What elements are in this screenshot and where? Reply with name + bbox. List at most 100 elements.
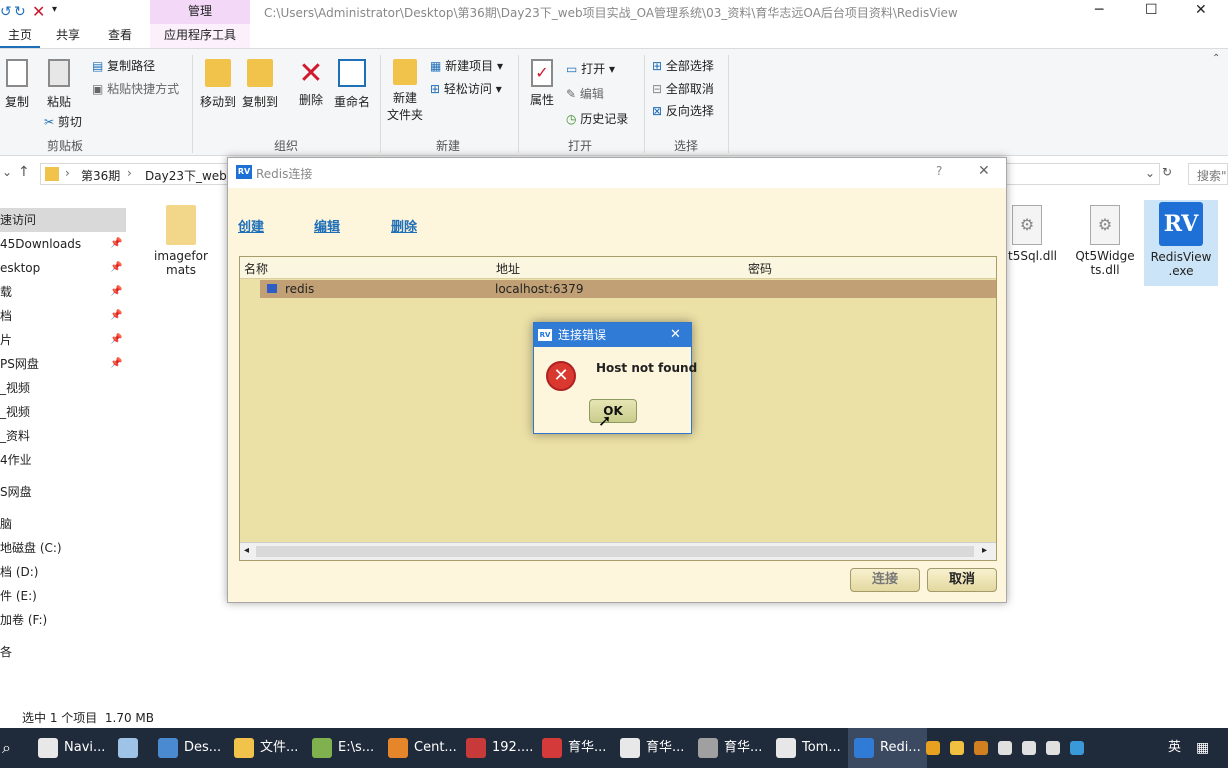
keyboard-icon[interactable]: ▦ <box>1196 728 1209 768</box>
column-header-password[interactable]: 密码 <box>748 260 772 277</box>
file-imageformats[interactable]: imagefor mats <box>150 205 212 277</box>
undo-icon[interactable]: ↺ <box>0 4 12 20</box>
taskbar-item[interactable]: Cent... <box>388 728 457 768</box>
paste-shortcut-button[interactable]: ▣ 粘贴快捷方式 <box>92 80 179 97</box>
cancel-button[interactable]: 取消 <box>927 568 997 592</box>
create-link[interactable]: 创建 <box>238 216 264 235</box>
properties-button[interactable]: ✓ 属性 <box>524 59 560 108</box>
nav-item[interactable]: 件 (E:) <box>0 584 126 608</box>
nav-item[interactable]: _资料 <box>0 424 126 448</box>
file-qt5widgets[interactable]: ⚙ Qt5Widge ts.dll <box>1072 205 1138 277</box>
search-input[interactable]: 搜索" <box>1188 163 1228 185</box>
column-header-name[interactable]: 名称 <box>244 260 268 277</box>
tab-home[interactable]: 主页 <box>0 24 40 48</box>
nav-item[interactable]: 载 📌 <box>0 280 126 304</box>
scroll-thumb[interactable] <box>256 546 974 557</box>
tray-icon[interactable] <box>998 728 1018 768</box>
close-button[interactable]: ✕ <box>1195 2 1207 18</box>
horizontal-scrollbar[interactable]: ◂ ▸ <box>240 542 996 560</box>
nav-item[interactable]: S网盘 <box>0 480 126 504</box>
dialog-close-button[interactable]: ✕ <box>978 163 990 179</box>
nav-item[interactable]: 各 <box>0 640 126 664</box>
connection-row[interactable]: redis localhost:6379 <box>260 280 996 298</box>
search-icon[interactable]: ⌕ <box>2 728 11 768</box>
open-button[interactable]: ▭ 打开 ▾ <box>566 60 615 77</box>
cut-button[interactable]: ✂ 剪切 <box>44 113 82 130</box>
error-close-button[interactable]: ✕ <box>670 323 681 347</box>
edit-link[interactable]: 编辑 <box>314 216 340 235</box>
tray-icon[interactable] <box>950 728 970 768</box>
refresh-icon[interactable]: ↻ <box>1162 165 1172 179</box>
file-redisview-exe[interactable]: RV RedisView .exe <box>1144 200 1218 286</box>
nav-item[interactable]: _视频 <box>0 400 126 424</box>
chevron-down-icon[interactable]: ⌄ <box>1145 166 1155 180</box>
nav-item[interactable]: 加卷 (F:) <box>0 608 126 632</box>
scroll-left-icon[interactable]: ◂ <box>244 545 249 556</box>
nav-item[interactable]: 地磁盘 (C:) <box>0 536 126 560</box>
select-none-button[interactable]: ⊟ 全部取消 <box>652 80 714 97</box>
invert-selection-button[interactable]: ⊠ 反向选择 <box>652 102 714 119</box>
nav-item[interactable]: esktop 📌 <box>0 256 126 280</box>
connect-button[interactable]: 连接 <box>850 568 920 592</box>
tray-icon[interactable] <box>1070 728 1090 768</box>
nav-item[interactable]: 档 📌 <box>0 304 126 328</box>
taskbar-item[interactable]: Tom... <box>776 728 841 768</box>
maximize-button[interactable]: ☐ <box>1145 2 1158 18</box>
breadcrumb-item[interactable]: 第36期 <box>81 167 120 184</box>
taskbar-item[interactable]: 文件... <box>234 728 298 768</box>
taskbar-item[interactable]: E:\s... <box>312 728 374 768</box>
help-button[interactable]: ? <box>936 164 942 178</box>
redo-icon[interactable]: ↻ <box>14 4 26 20</box>
taskbar-item[interactable]: 育华... <box>620 728 684 768</box>
up-icon[interactable]: ↑ <box>18 164 30 180</box>
column-header-address[interactable]: 地址 <box>496 260 520 277</box>
tray-icon[interactable] <box>926 728 946 768</box>
taskbar-item[interactable]: Navi... <box>38 728 105 768</box>
tab-share[interactable]: 共享 <box>48 24 88 48</box>
ime-indicator[interactable]: 英 <box>1168 728 1181 768</box>
tray-icon[interactable] <box>1046 728 1066 768</box>
nav-item[interactable]: 45Downloads 📌 <box>0 232 126 256</box>
easy-access-button[interactable]: ⊞ 轻松访问 ▾ <box>430 80 502 97</box>
paste-button[interactable]: 粘贴 <box>42 59 76 110</box>
move-to-button[interactable]: 移动到 <box>198 59 238 110</box>
tab-view[interactable]: 查看 <box>100 24 140 48</box>
nav-item[interactable]: _视频 <box>0 376 126 400</box>
copy-button[interactable]: 复制 <box>2 59 32 110</box>
tray-icon[interactable] <box>1022 728 1042 768</box>
nav-item[interactable]: 片 📌 <box>0 328 126 352</box>
delete-link[interactable]: 删除 <box>391 216 417 235</box>
ok-button[interactable]: OK <box>589 399 637 423</box>
quick-access-dropdown-icon[interactable]: ▾ <box>52 4 57 15</box>
edit-button[interactable]: ✎ 编辑 <box>566 85 604 102</box>
scroll-right-icon[interactable]: ▸ <box>982 545 987 556</box>
minimize-button[interactable]: ─ <box>1095 2 1103 18</box>
taskbar-item[interactable]: 育华... <box>698 728 762 768</box>
delete-button[interactable]: ✕ 删除 <box>294 57 328 108</box>
ribbon-collapse-icon[interactable]: ⌃ <box>1212 53 1220 64</box>
select-all-button[interactable]: ⊞ 全部选择 <box>652 57 714 74</box>
nav-item[interactable]: PS网盘 📌 <box>0 352 126 376</box>
back-icon[interactable]: ⌄ <box>2 165 12 179</box>
delete-quick-icon[interactable]: ✕ <box>32 2 45 21</box>
taskbar-app-icon[interactable] <box>118 728 144 768</box>
nav-item[interactable]: 4作业 <box>0 448 126 472</box>
taskbar-item[interactable]: Redi... <box>848 728 927 768</box>
nav-item[interactable]: 速访问 <box>0 208 126 232</box>
tab-app-tools[interactable]: 应用程序工具 <box>150 24 250 48</box>
nav-item[interactable]: 档 (D:) <box>0 560 126 584</box>
history-button[interactable]: ◷ 历史记录 <box>566 110 628 127</box>
manage-tab-header[interactable]: 管理 <box>150 0 250 24</box>
taskbar-item[interactable]: 育华... <box>542 728 606 768</box>
new-folder-button[interactable]: 新建 文件夹 <box>386 59 424 123</box>
copy-path-button[interactable]: ▤ 复制路径 <box>92 57 155 74</box>
copy-to-button[interactable]: 复制到 <box>240 59 280 110</box>
new-item-button[interactable]: ▦ 新建项目 ▾ <box>430 57 503 74</box>
taskbar-item[interactable]: 192.... <box>466 728 533 768</box>
breadcrumb-item[interactable]: Day23下_web项 <box>145 167 239 184</box>
rename-button[interactable]: 重命名 <box>332 59 372 110</box>
taskbar-item[interactable]: Des... <box>158 728 221 768</box>
tray-icon[interactable] <box>974 728 994 768</box>
file-qt5sql[interactable]: ⚙ t5Sql.dll <box>1008 205 1058 263</box>
nav-item[interactable]: 脑 <box>0 512 126 536</box>
